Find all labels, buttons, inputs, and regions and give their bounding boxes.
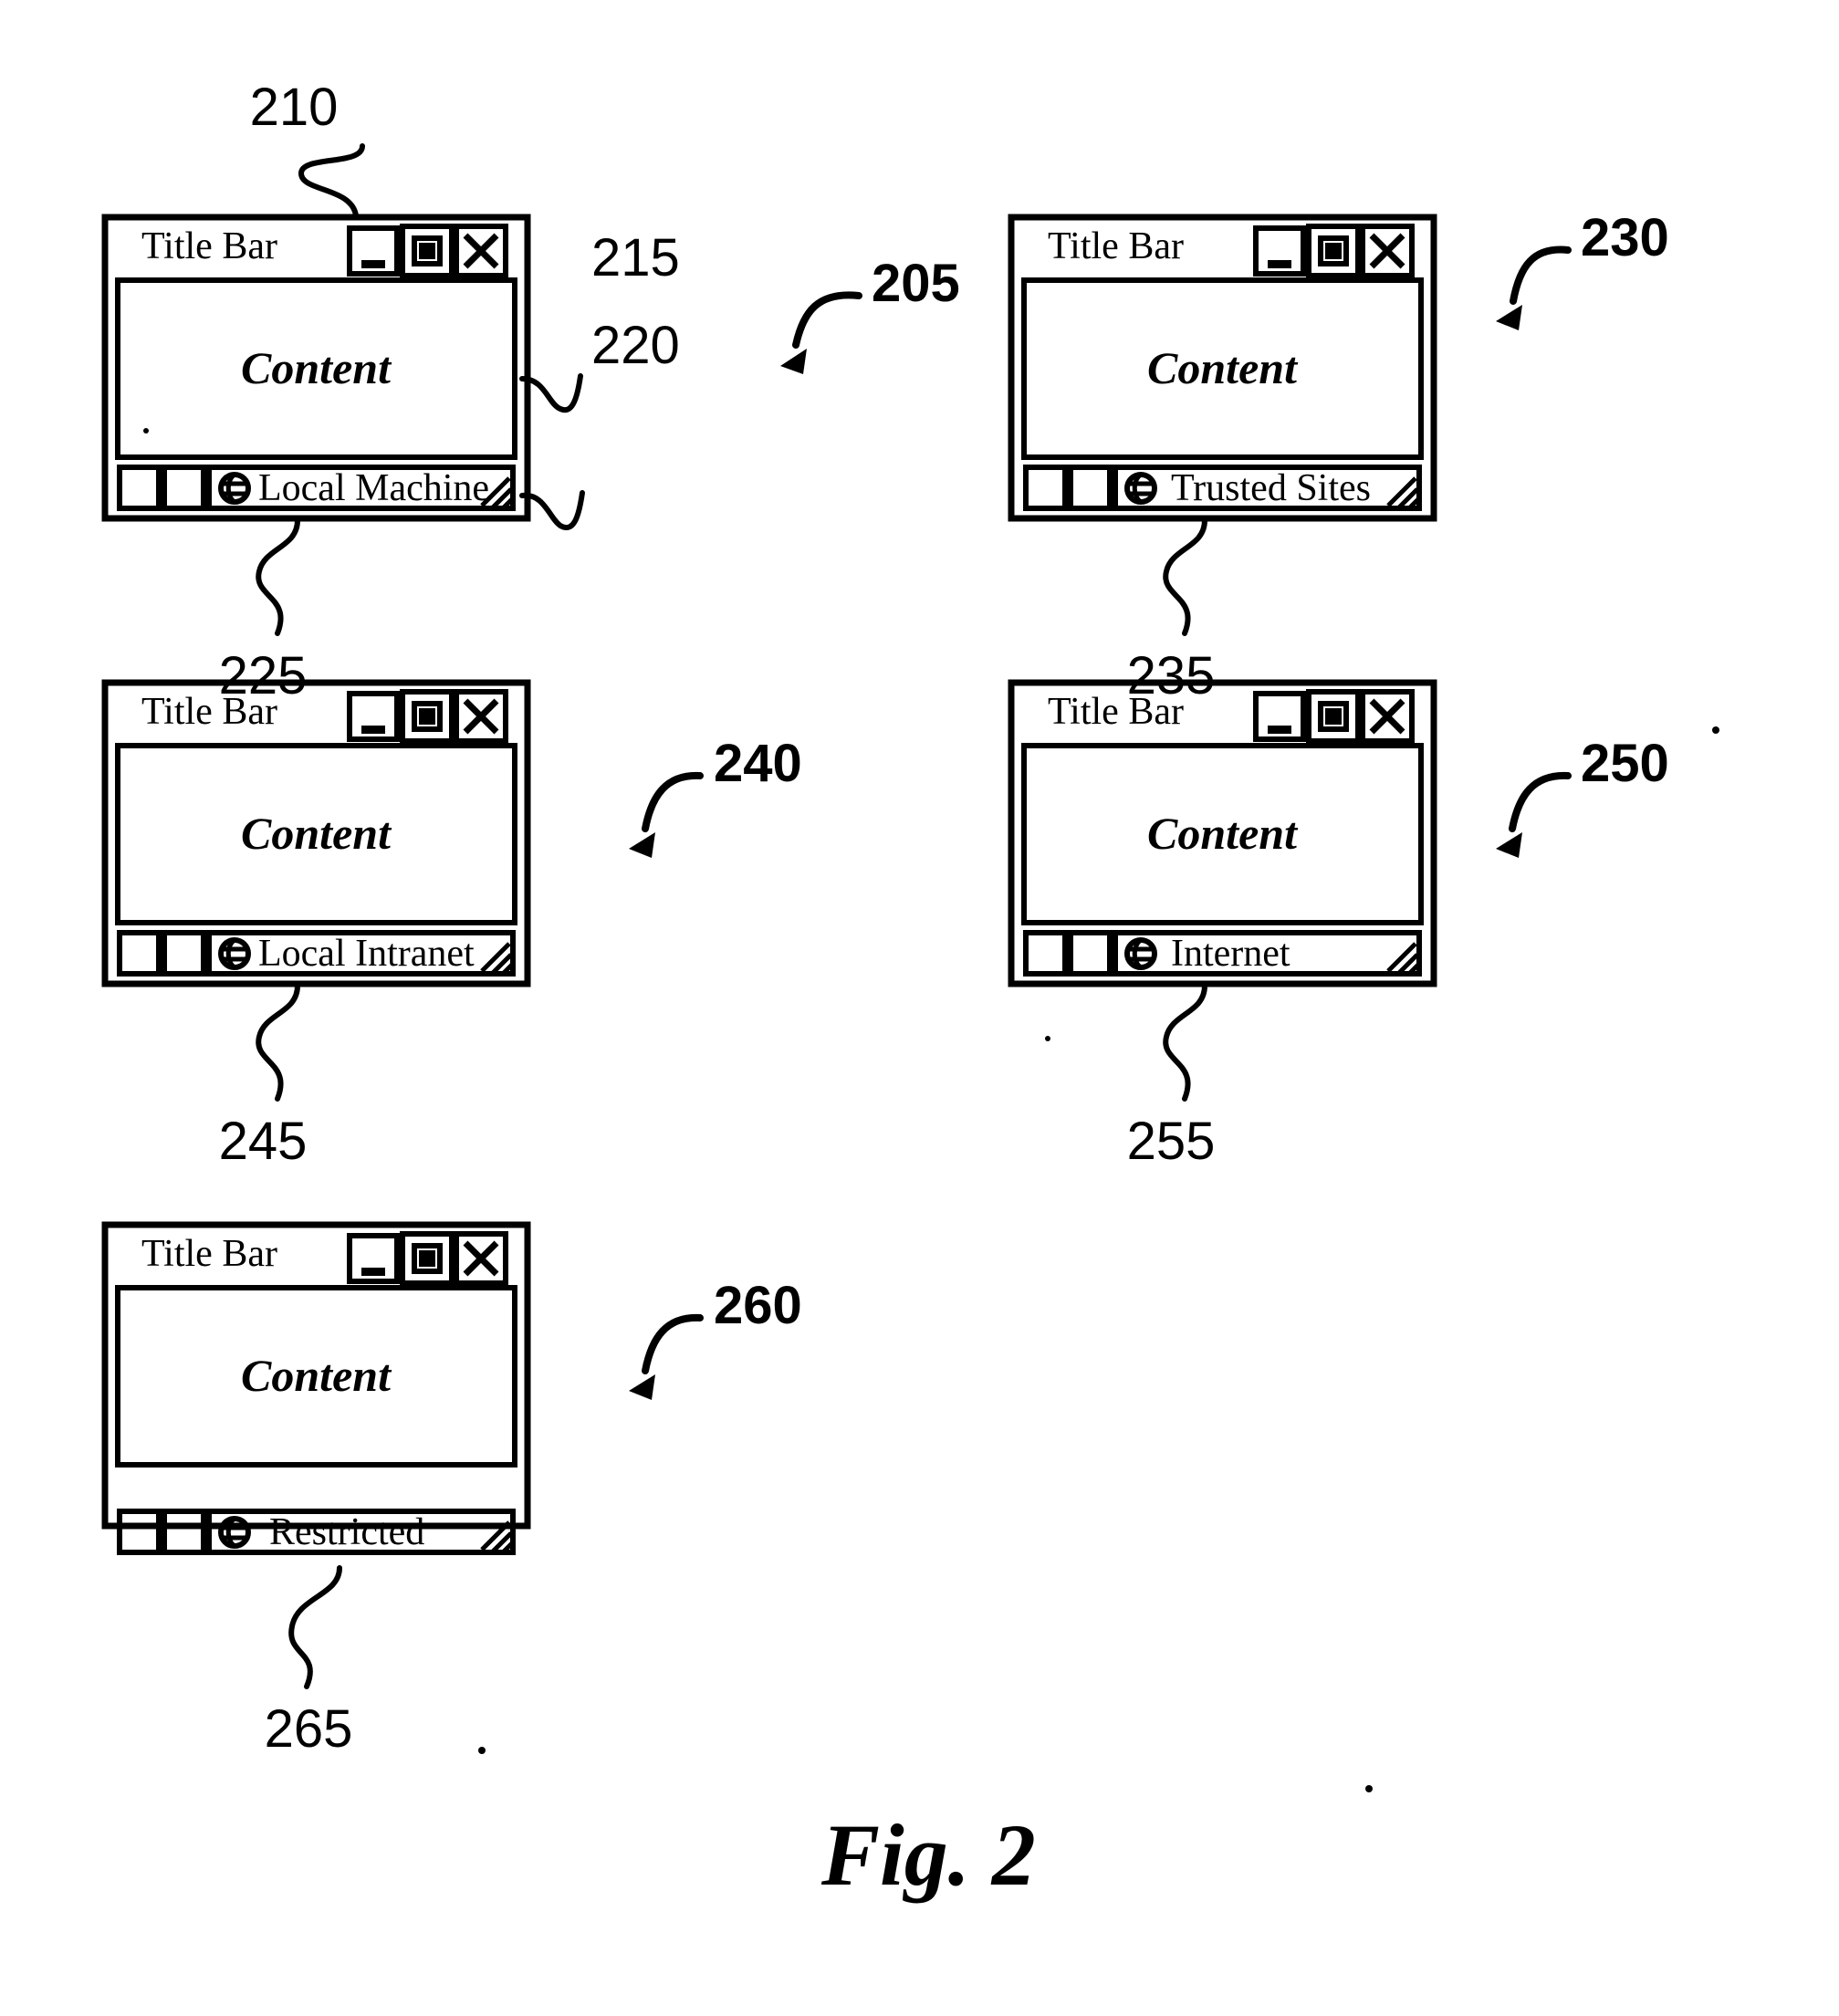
content-label: Content: [241, 1350, 392, 1401]
content-label: Content: [1147, 808, 1299, 859]
ref-number-255: 255: [1127, 1112, 1216, 1171]
patent-figure-2: Title Bar Content Local Machine 210 215 …: [0, 0, 1839, 2016]
security-zone-label: Internet: [1171, 933, 1290, 975]
close-button[interactable]: [1360, 224, 1415, 278]
paper-speck: [1045, 1036, 1050, 1041]
security-zone-label: Trusted Sites: [1171, 467, 1371, 509]
paper-speck: [143, 428, 149, 433]
window-trusted-sites[interactable]: Title Bar Content Trusted Sites: [1008, 214, 1437, 522]
status-bar: Local Machine: [117, 465, 516, 511]
ref-number-230: 230: [1581, 208, 1669, 267]
ref-leader-245: 245: [219, 983, 308, 1171]
minimize-button[interactable]: [347, 1233, 400, 1284]
status-pane-2: [1068, 465, 1113, 511]
paper-speck: [1365, 1785, 1373, 1792]
ref-leader-250: 250: [1496, 734, 1669, 858]
title-bar-label: Title Bar: [141, 691, 277, 733]
globe-icon: [1124, 937, 1157, 970]
title-bar-label: Title Bar: [141, 1233, 277, 1275]
window-local-machine[interactable]: Title Bar Content Local Machine: [101, 214, 531, 522]
maximize-button[interactable]: [400, 224, 455, 278]
ref-leader-255: 255: [1127, 983, 1216, 1171]
status-pane-2: [162, 930, 206, 977]
close-button[interactable]: [454, 224, 508, 278]
minimize-icon: [361, 1268, 385, 1276]
ref-number-205: 205: [872, 254, 960, 313]
window-internet[interactable]: Title Bar Content Internet: [1008, 679, 1437, 1041]
ref-leader-230: 230: [1496, 208, 1669, 330]
arrowhead-260: [629, 1374, 655, 1400]
ref-number-260: 260: [714, 1276, 802, 1335]
close-button[interactable]: [454, 689, 508, 744]
status-bar: Trusted Sites: [1023, 465, 1422, 511]
ref-leader-205: 205: [780, 254, 960, 374]
title-bar-label: Title Bar: [141, 225, 277, 267]
status-pane-1: [1023, 465, 1068, 511]
ref-number-220: 220: [591, 316, 680, 375]
status-pane-1: [117, 465, 162, 511]
window-local-intranet[interactable]: Title Bar Content Local Intranet: [101, 679, 531, 987]
window-restricted[interactable]: Title Bar Content Restricted: [101, 1221, 531, 1555]
maximize-button[interactable]: [400, 689, 455, 744]
title-bar-label: Title Bar: [1048, 691, 1184, 733]
resize-grip-icon[interactable]: [1386, 942, 1420, 975]
maximize-button[interactable]: [400, 1231, 455, 1286]
close-button[interactable]: [1360, 689, 1415, 744]
content-label: Content: [241, 342, 392, 393]
status-bar: Internet: [1023, 930, 1422, 977]
title-bar-label: Title Bar: [1048, 225, 1184, 267]
minimize-button[interactable]: [1253, 691, 1306, 742]
arrowhead-230: [1496, 305, 1522, 330]
arrowhead-205: [780, 349, 807, 374]
ref-number-240: 240: [714, 734, 802, 793]
ref-leader-210: 210: [250, 78, 365, 218]
security-zone-label: Local Machine: [258, 467, 489, 509]
ref-number-250: 250: [1581, 734, 1669, 793]
globe-icon: [218, 937, 251, 970]
status-bar: Restricted: [117, 1509, 516, 1555]
ref-leader-240: 240: [629, 734, 802, 858]
minimize-icon: [1268, 726, 1291, 734]
ref-leader-235: 235: [1127, 517, 1215, 705]
arrowhead-240: [629, 832, 655, 858]
security-zone-label: Local Intranet: [258, 933, 475, 975]
paper-speck: [478, 1747, 486, 1754]
minimize-icon: [361, 726, 385, 734]
maximize-button[interactable]: [1306, 224, 1361, 278]
minimize-button[interactable]: [347, 225, 400, 277]
resize-grip-icon[interactable]: [1386, 476, 1420, 509]
paper-speck: [1712, 726, 1719, 734]
content-label: Content: [1147, 342, 1299, 393]
status-pane-1: [117, 930, 162, 977]
minimize-icon: [361, 260, 385, 268]
ref-leader-225: 225: [219, 517, 307, 705]
maximize-button[interactable]: [1306, 689, 1361, 744]
status-pane-2: [162, 1509, 206, 1555]
status-pane-2: [162, 465, 206, 511]
arrowhead-250: [1496, 832, 1522, 858]
resize-grip-icon[interactable]: [480, 942, 514, 975]
ref-leader-265: 265: [265, 1565, 353, 1759]
close-button[interactable]: [454, 1231, 508, 1286]
minimize-button[interactable]: [1253, 225, 1306, 277]
ref-number-265: 265: [265, 1699, 353, 1759]
figure-canvas: Title Bar Content Local Machine 210 215 …: [101, 78, 1719, 1904]
content-label: Content: [241, 808, 392, 859]
status-bar: Local Intranet: [117, 930, 516, 977]
minimize-button[interactable]: [347, 691, 400, 742]
ref-leader-220: 220: [519, 316, 680, 530]
globe-icon: [1124, 472, 1157, 505]
ref-number-245: 245: [219, 1112, 308, 1171]
status-pane-1: [117, 1509, 162, 1555]
ref-leader-260: 260: [629, 1276, 802, 1400]
security-zone-label: Restricted: [269, 1511, 424, 1553]
minimize-icon: [1268, 260, 1291, 268]
globe-icon: [218, 472, 251, 505]
status-pane-2: [1068, 930, 1113, 977]
ref-number-215: 215: [591, 228, 680, 287]
ref-number-210: 210: [250, 78, 339, 137]
figure-caption: Fig. 2: [820, 1806, 1036, 1904]
status-pane-1: [1023, 930, 1068, 977]
